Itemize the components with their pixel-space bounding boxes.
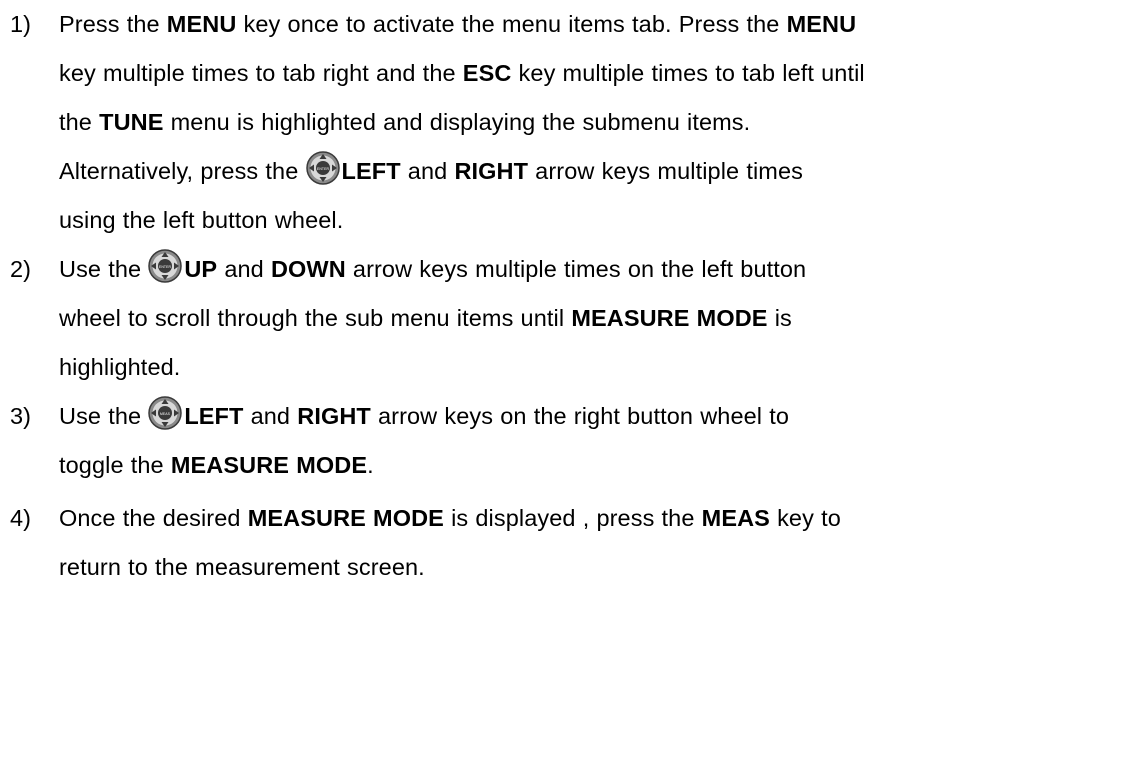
left-button-wheel-icon: ENTER [148, 249, 183, 283]
instruction-step: 1) Press the MENU key once to activate th… [0, 0, 1136, 245]
step-text: arrow keys multiple times on the left bu… [345, 256, 807, 282]
step-text: key once to activate the menu items tab.… [236, 11, 787, 37]
step-text: Use the [59, 256, 149, 282]
step-text: menu is highlighted and displaying the s… [163, 109, 751, 135]
key-name: DOWN [270, 256, 346, 282]
step-text-line: Alternatively, press the ENTER LEFT and R… [59, 147, 1132, 196]
step-text: key to [769, 505, 841, 531]
step-text: Use the [59, 403, 149, 429]
step-text-line: using the left button wheel. [59, 196, 1132, 245]
step-text: wheel to scroll through the sub menu ite… [59, 305, 572, 331]
step-text: using the left button wheel. [59, 207, 344, 233]
step-number: 4) [10, 505, 32, 531]
step-text: . [367, 452, 374, 478]
key-name: LEFT [184, 403, 244, 429]
step-text: Press the [59, 11, 167, 37]
step-text-line: return to the measurement screen. [59, 543, 1132, 592]
step-text-line: Use the MEAS LEFT and RIGHT arrow keys on… [59, 392, 1132, 441]
key-name: TUNE [99, 109, 164, 135]
key-name: LEFT [341, 158, 401, 184]
step-text: and [400, 158, 455, 184]
step-text-line: key multiple times to tab right and the … [59, 49, 1132, 98]
key-name: MEAS [701, 505, 770, 531]
instruction-step: 2) Use the ENTER UP and DOWN arrow keys mu… [0, 245, 1136, 392]
step-text-line: wheel to scroll through the sub menu ite… [59, 294, 1132, 343]
step-text: the [59, 109, 100, 135]
right-button-wheel-icon: MEAS [148, 396, 183, 430]
step-text-line: the TUNE menu is highlighted and display… [59, 98, 1132, 147]
instruction-step: 3) Use the MEAS LEFT and RIGHT arrow keys … [0, 392, 1136, 490]
svg-text:ENTER: ENTER [317, 167, 329, 171]
svg-text:ENTER: ENTER [159, 265, 171, 269]
step-text: return to the measurement screen. [59, 554, 425, 580]
key-name: RIGHT [454, 158, 529, 184]
instruction-step: 4) Once the desired MEASURE MODE is displ… [0, 494, 1136, 592]
step-text: highlighted. [59, 354, 181, 380]
step-text: is displayed , press the [443, 505, 702, 531]
key-name: MEASURE MODE [170, 452, 368, 478]
key-name: MENU [166, 11, 237, 37]
step-text: arrow keys multiple times [528, 158, 803, 184]
key-name: MENU [786, 11, 857, 37]
step-number: 1) [10, 11, 32, 37]
svg-text:MEAS: MEAS [160, 412, 171, 416]
step-text: Alternatively, press the [59, 158, 306, 184]
step-text: is [767, 305, 792, 331]
key-name: MEASURE MODE [247, 505, 444, 531]
step-number: 3) [10, 403, 32, 429]
key-name: ESC [462, 60, 512, 86]
step-number: 2) [10, 256, 32, 282]
step-text: arrow keys on the right button wheel to [370, 403, 790, 429]
key-name: RIGHT [297, 403, 371, 429]
instruction-steps: 1) Press the MENU key once to activate th… [0, 0, 1136, 592]
step-text: toggle the [59, 452, 171, 478]
step-text: and [217, 256, 271, 282]
step-text: key multiple times to tab right and the [59, 60, 463, 86]
step-text-line: Press the MENU key once to activate the … [59, 0, 1132, 49]
key-name: MEASURE MODE [571, 305, 768, 331]
step-text-line: Once the desired MEASURE MODE is display… [59, 494, 1132, 543]
step-text: key multiple times to tab left until [511, 60, 865, 86]
step-text: and [243, 403, 298, 429]
left-button-wheel-icon: ENTER [305, 151, 340, 185]
step-text-line: toggle the MEASURE MODE. [59, 441, 1132, 490]
key-name: UP [184, 256, 218, 282]
step-text-line: highlighted. [59, 343, 1132, 392]
step-text: Once the desired [59, 505, 248, 531]
step-text-line: Use the ENTER UP and DOWN arrow keys mult… [59, 245, 1132, 294]
